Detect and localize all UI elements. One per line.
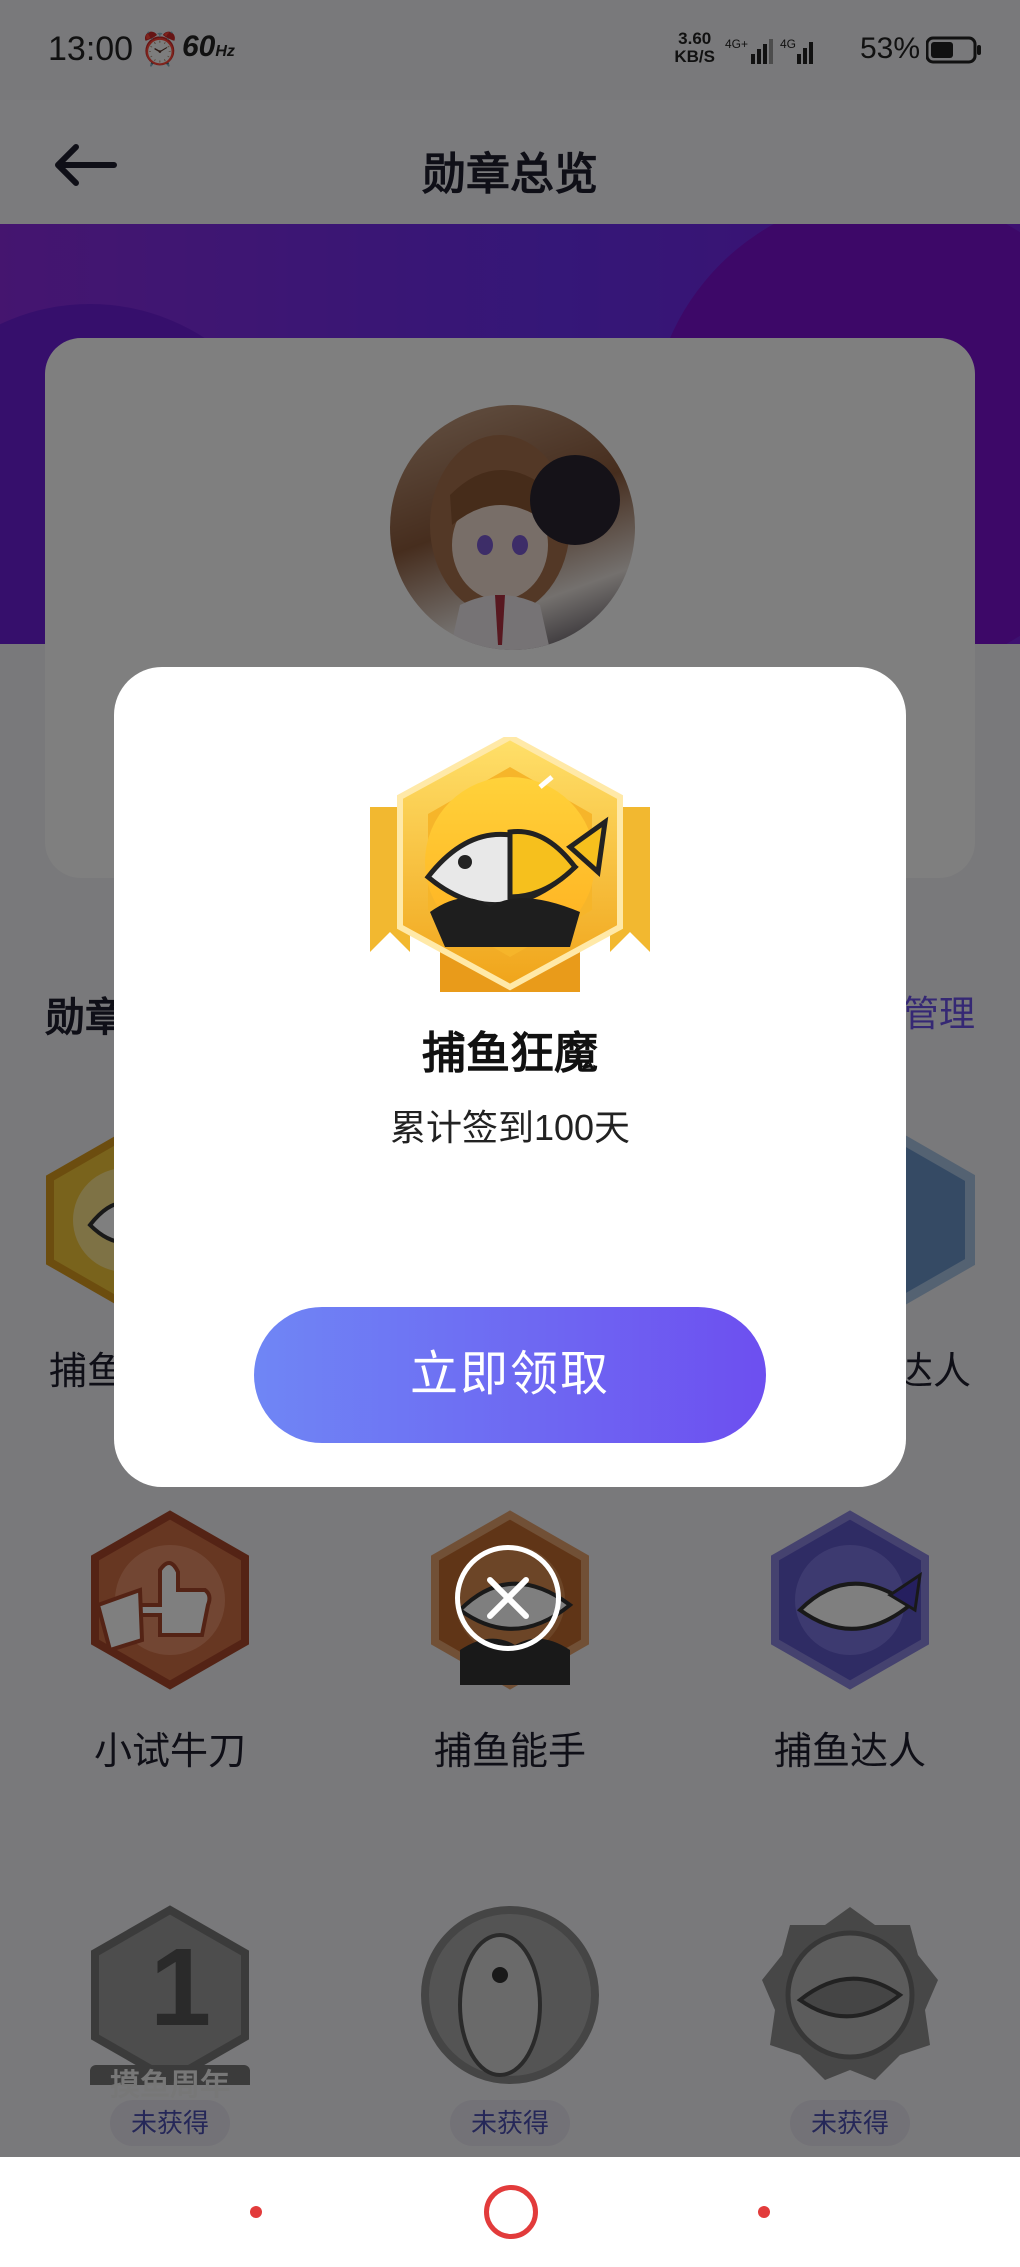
dialog-badge-description: 累计签到100天	[389, 1107, 631, 1148]
close-icon	[487, 1577, 529, 1619]
nav-home-button[interactable]	[484, 2185, 538, 2239]
claim-button[interactable]: 立即领取	[254, 1307, 766, 1443]
dialog-badge-name: 捕鱼狂魔	[422, 1029, 598, 1078]
gold-fish-badge-icon	[370, 737, 650, 992]
badge-award-dialog: 捕鱼狂魔 累计签到100天 立即领取	[114, 667, 906, 1487]
system-nav-bar	[0, 2157, 1020, 2267]
close-dialog-button[interactable]	[455, 1545, 561, 1651]
nav-recents-button[interactable]	[758, 2206, 770, 2218]
nav-back-button[interactable]	[250, 2206, 262, 2218]
